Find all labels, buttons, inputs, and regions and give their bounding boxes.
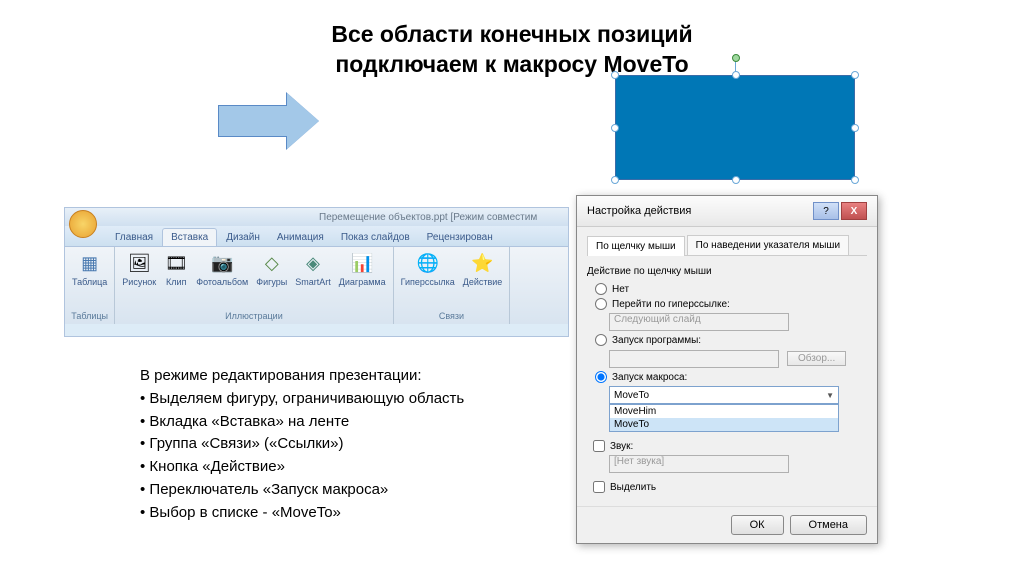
hyperlink-icon bbox=[416, 251, 440, 275]
clip-icon bbox=[164, 251, 188, 275]
album-icon bbox=[210, 251, 234, 275]
group-tables: Таблица Таблицы bbox=[65, 247, 115, 324]
tab-home[interactable]: Главная bbox=[107, 229, 161, 246]
resize-handle[interactable] bbox=[732, 71, 740, 79]
dropdown-arrow-icon: ▼ bbox=[826, 391, 834, 400]
dialog-title-bar[interactable]: Настройка действия ? X bbox=[577, 196, 877, 227]
hyperlink-dropdown[interactable]: Следующий слайд bbox=[609, 313, 789, 331]
tab-animation[interactable]: Анимация bbox=[269, 229, 332, 246]
album-button[interactable]: Фотоальбом bbox=[193, 249, 251, 289]
ok-button[interactable]: ОК bbox=[731, 515, 784, 535]
action-button[interactable]: Действие bbox=[460, 249, 506, 289]
macro-list: MoveHim MoveTo bbox=[609, 404, 839, 432]
label-none: Нет bbox=[612, 284, 629, 295]
chart-button[interactable]: Диаграмма bbox=[336, 249, 389, 289]
smartart-icon bbox=[301, 251, 325, 275]
tab-slideshow[interactable]: Показ слайдов bbox=[333, 229, 418, 246]
tab-insert[interactable]: Вставка bbox=[162, 228, 217, 246]
program-input[interactable] bbox=[609, 350, 779, 368]
dialog-tabs: По щелчку мыши По наведении указателя мы… bbox=[587, 235, 867, 256]
powerpoint-ribbon: Перемещение объектов.ppt [Режим совмести… bbox=[64, 207, 569, 337]
label-macro: Запуск макроса: bbox=[612, 372, 687, 383]
macro-dropdown[interactable]: MoveTo ▼ MoveHim MoveTo bbox=[609, 386, 867, 432]
radio-hyperlink[interactable] bbox=[595, 298, 607, 310]
macro-option[interactable]: MoveTo bbox=[610, 418, 838, 431]
table-button[interactable]: Таблица bbox=[69, 249, 110, 289]
ribbon-tabs: Главная Вставка Дизайн Анимация Показ сл… bbox=[65, 226, 568, 246]
instructions-text: В режиме редактирования презентации: • В… bbox=[140, 365, 580, 524]
window-title-bar: Перемещение объектов.ppt [Режим совмести… bbox=[65, 208, 568, 226]
sound-dropdown[interactable]: [Нет звука] bbox=[609, 455, 789, 473]
picture-button[interactable]: Рисунок bbox=[119, 249, 159, 289]
radio-macro[interactable] bbox=[595, 371, 607, 383]
group-illustrations: Рисунок Клип Фотоальбом Фигуры SmartArt bbox=[115, 247, 393, 324]
action-settings-dialog: Настройка действия ? X По щелчку мыши По… bbox=[576, 195, 878, 544]
resize-handle[interactable] bbox=[611, 176, 619, 184]
label-sound: Звук: bbox=[610, 441, 633, 452]
tab-review[interactable]: Рецензирован bbox=[419, 229, 501, 246]
shapes-icon bbox=[260, 251, 284, 275]
ribbon-content: Таблица Таблицы Рисунок Клип Фотоальбом bbox=[65, 246, 568, 324]
resize-handle[interactable] bbox=[851, 124, 859, 132]
dialog-footer: ОК Отмена bbox=[577, 506, 877, 543]
tab-hover[interactable]: По наведении указателя мыши bbox=[687, 235, 849, 255]
label-highlight: Выделить bbox=[610, 482, 656, 493]
section-label: Действие по щелчку мыши bbox=[587, 266, 867, 277]
close-button[interactable]: X bbox=[841, 202, 867, 220]
chart-icon bbox=[350, 251, 374, 275]
arrow-shape bbox=[218, 105, 288, 142]
cancel-button[interactable]: Отмена bbox=[790, 515, 867, 535]
tab-click[interactable]: По щелчку мыши bbox=[587, 236, 685, 256]
dialog-title: Настройка действия bbox=[587, 205, 691, 217]
shapes-button[interactable]: Фигуры bbox=[253, 249, 290, 289]
radio-program[interactable] bbox=[595, 334, 607, 346]
table-icon bbox=[78, 251, 102, 275]
window-title: Перемещение объектов.ppt [Режим совмести… bbox=[319, 212, 537, 223]
label-hyperlink: Перейти по гиперссылке: bbox=[612, 299, 730, 310]
macro-value: MoveTo bbox=[614, 390, 649, 401]
resize-handle[interactable] bbox=[851, 176, 859, 184]
tab-design[interactable]: Дизайн bbox=[218, 229, 268, 246]
clip-button[interactable]: Клип bbox=[161, 249, 191, 289]
resize-handle[interactable] bbox=[611, 71, 619, 79]
smartart-button[interactable]: SmartArt bbox=[292, 249, 334, 289]
resize-handle[interactable] bbox=[732, 176, 740, 184]
rotation-handle[interactable] bbox=[732, 54, 740, 62]
macro-option[interactable]: MoveHim bbox=[610, 405, 838, 418]
action-icon bbox=[471, 251, 495, 275]
browse-button[interactable]: Обзор... bbox=[787, 351, 846, 366]
sound-checkbox[interactable] bbox=[593, 440, 605, 452]
selected-rectangle[interactable] bbox=[615, 75, 855, 180]
resize-handle[interactable] bbox=[611, 124, 619, 132]
office-button[interactable] bbox=[69, 210, 97, 238]
radio-none[interactable] bbox=[595, 283, 607, 295]
hyperlink-button[interactable]: Гиперссылка bbox=[398, 249, 458, 289]
slide-title: Все области конечных позиций подключаем … bbox=[0, 0, 1024, 80]
highlight-checkbox[interactable] bbox=[593, 481, 605, 493]
picture-icon bbox=[127, 251, 151, 275]
resize-handle[interactable] bbox=[851, 71, 859, 79]
help-button[interactable]: ? bbox=[813, 202, 839, 220]
group-links: Гиперссылка Действие Связи bbox=[394, 247, 511, 324]
label-program: Запуск программы: bbox=[612, 335, 701, 346]
